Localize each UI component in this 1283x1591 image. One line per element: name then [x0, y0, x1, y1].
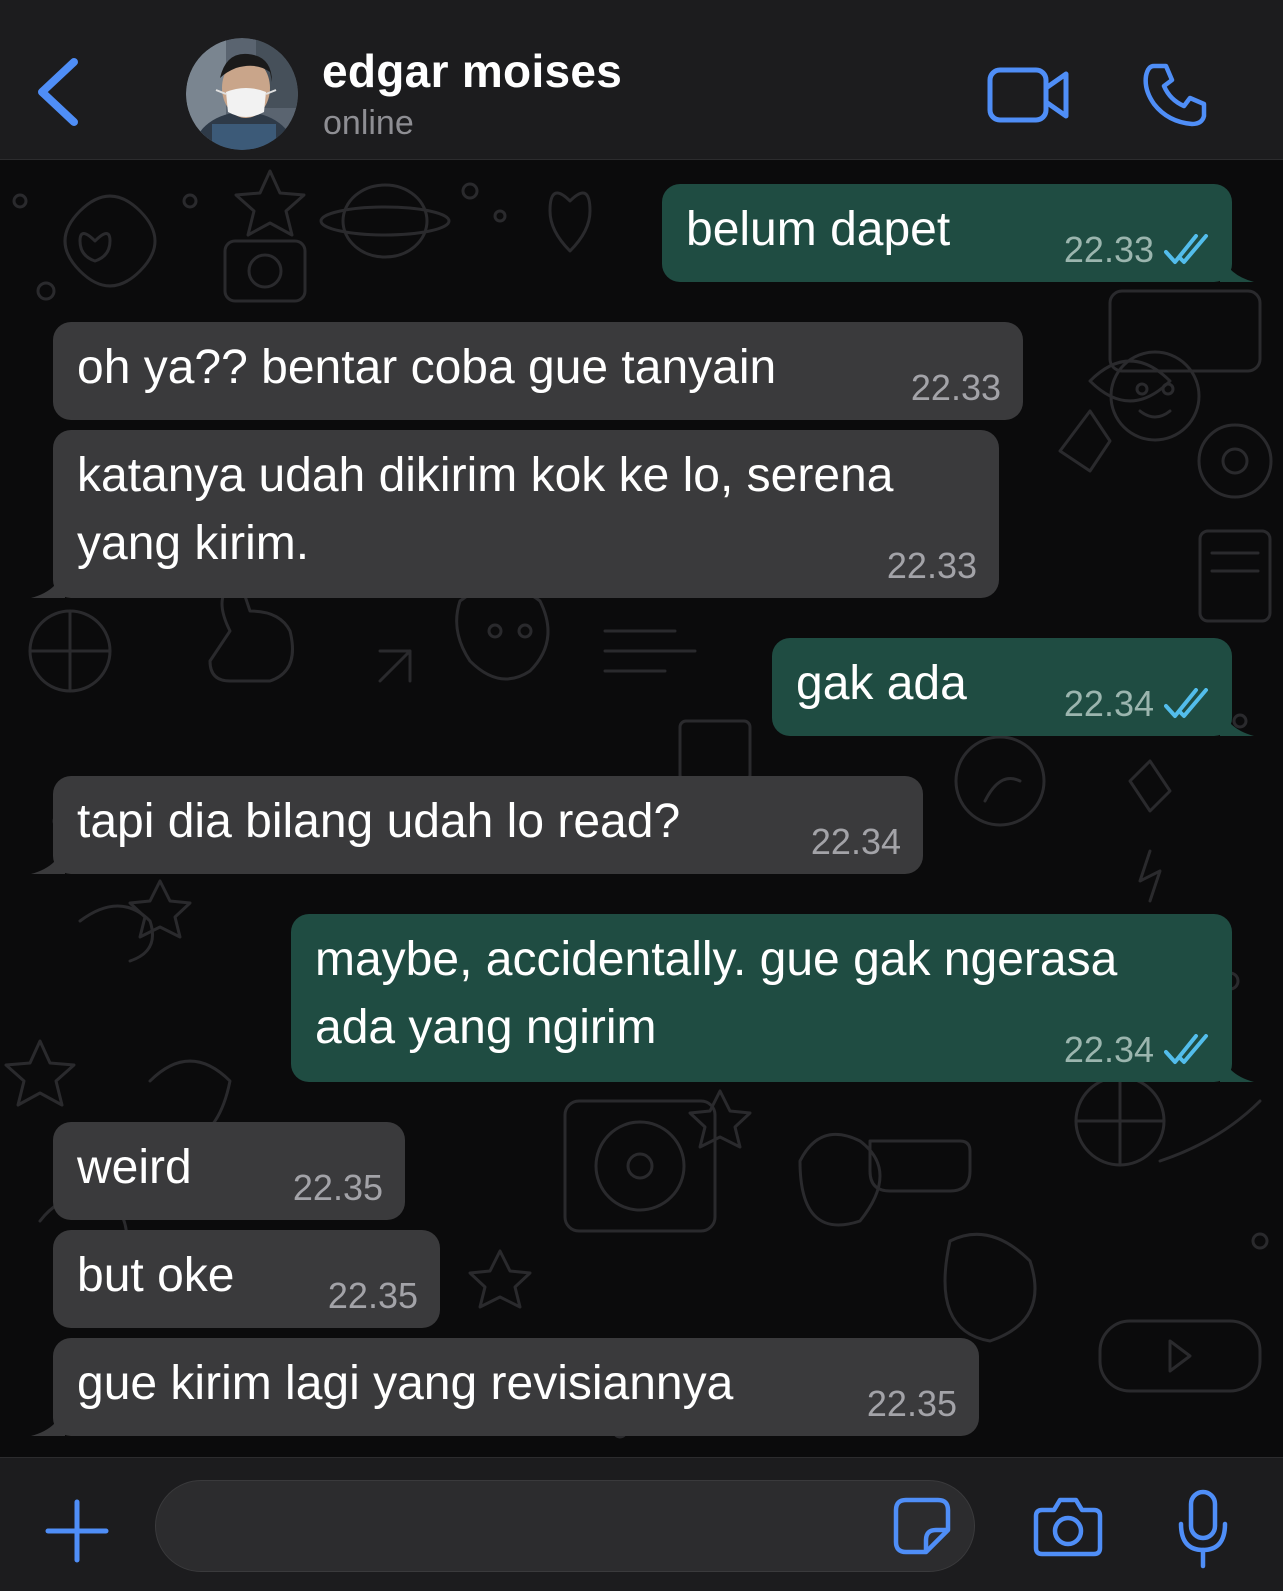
avatar[interactable] — [186, 38, 298, 150]
message-text: weird — [77, 1141, 192, 1194]
incoming-message[interactable]: gue kirim lagi yang revisiannya 22.35 — [31, 1338, 979, 1436]
message-meta: 22.35 — [867, 1384, 957, 1424]
message-time: 22.33 — [1063, 229, 1154, 270]
contact-name[interactable]: edgar moises — [322, 44, 622, 98]
message-time: 22.34 — [1063, 1029, 1154, 1070]
message-time: 22.35 — [327, 1275, 418, 1316]
microphone-button[interactable] — [1176, 1488, 1230, 1570]
incoming-message[interactable]: oh ya?? bentar coba gue tanyain 22.33 — [53, 322, 1023, 420]
message-text: tapi dia bilang udah lo read? — [77, 795, 681, 848]
read-receipt-icon — [1164, 234, 1208, 264]
attach-button[interactable] — [44, 1498, 110, 1564]
message-meta: 22.33 — [887, 546, 977, 586]
message-time: 22.34 — [1063, 683, 1154, 724]
sticker-icon — [893, 1497, 951, 1555]
message-time: 22.34 — [810, 821, 901, 862]
camera-icon — [1033, 1497, 1103, 1557]
bubble-tail — [31, 840, 65, 874]
message-text: belum dapet — [686, 203, 951, 256]
contact-status: online — [323, 104, 414, 142]
message-text: katanya udah dikirim kok ke lo, serena y… — [77, 449, 894, 570]
message-text: gak ada — [796, 657, 967, 710]
message-time: 22.35 — [866, 1383, 957, 1424]
sticker-button[interactable] — [890, 1494, 954, 1558]
bubble-tail — [1220, 248, 1254, 282]
incoming-message[interactable]: but oke 22.35 — [53, 1230, 440, 1328]
read-receipt-icon — [1164, 688, 1208, 718]
message-time: 22.33 — [886, 545, 977, 586]
message-text: gue kirim lagi yang revisiannya — [77, 1357, 734, 1410]
message-list[interactable]: belum dapet 22.33 oh ya?? bentar coba gue … — [0, 161, 1283, 1457]
chat-screen: edgar moises online belum dapet 22.33 oh… — [0, 0, 1283, 1591]
outgoing-message[interactable]: belum dapet 22.33 — [662, 184, 1254, 282]
video-camera-icon — [987, 67, 1069, 123]
voice-call-button[interactable] — [1140, 60, 1210, 130]
message-meta: 22.33 — [1064, 230, 1210, 270]
composer-bar — [0, 1457, 1283, 1591]
plus-icon — [45, 1499, 109, 1563]
message-meta: 22.33 — [911, 368, 1001, 408]
bubble-tail — [1220, 702, 1254, 736]
chat-header: edgar moises online — [0, 0, 1283, 160]
message-meta: 22.34 — [1064, 684, 1210, 724]
incoming-message[interactable]: weird 22.35 — [53, 1122, 405, 1220]
video-call-button[interactable] — [986, 60, 1072, 130]
outgoing-message[interactable]: maybe, accidentally. gue gak ngerasa ada… — [291, 914, 1254, 1082]
incoming-message[interactable]: katanya udah dikirim kok ke lo, serena y… — [31, 430, 999, 598]
bubble-tail — [31, 1402, 65, 1436]
message-time: 22.33 — [910, 367, 1001, 408]
back-button[interactable] — [30, 54, 90, 134]
incoming-message[interactable]: tapi dia bilang udah lo read? 22.34 — [31, 776, 923, 874]
message-meta: 22.35 — [328, 1276, 418, 1316]
phone-icon — [1143, 63, 1207, 127]
read-receipt-icon — [1164, 1034, 1208, 1064]
outgoing-message[interactable]: gak ada 22.34 — [772, 638, 1254, 736]
chevron-left-icon — [38, 58, 78, 126]
message-meta: 22.35 — [293, 1168, 383, 1208]
message-text: oh ya?? bentar coba gue tanyain — [77, 341, 777, 394]
message-time: 22.35 — [292, 1167, 383, 1208]
message-meta: 22.34 — [811, 822, 901, 862]
message-text: maybe, accidentally. gue gak ngerasa ada… — [315, 933, 1118, 1054]
bubble-tail — [31, 564, 65, 598]
bubble-tail — [1220, 1048, 1254, 1082]
contact-photo — [186, 38, 298, 150]
message-meta: 22.34 — [1064, 1030, 1210, 1070]
message-text: but oke — [77, 1249, 235, 1302]
message-input[interactable] — [155, 1480, 975, 1572]
microphone-icon — [1178, 1489, 1228, 1569]
camera-button[interactable] — [1032, 1496, 1104, 1558]
